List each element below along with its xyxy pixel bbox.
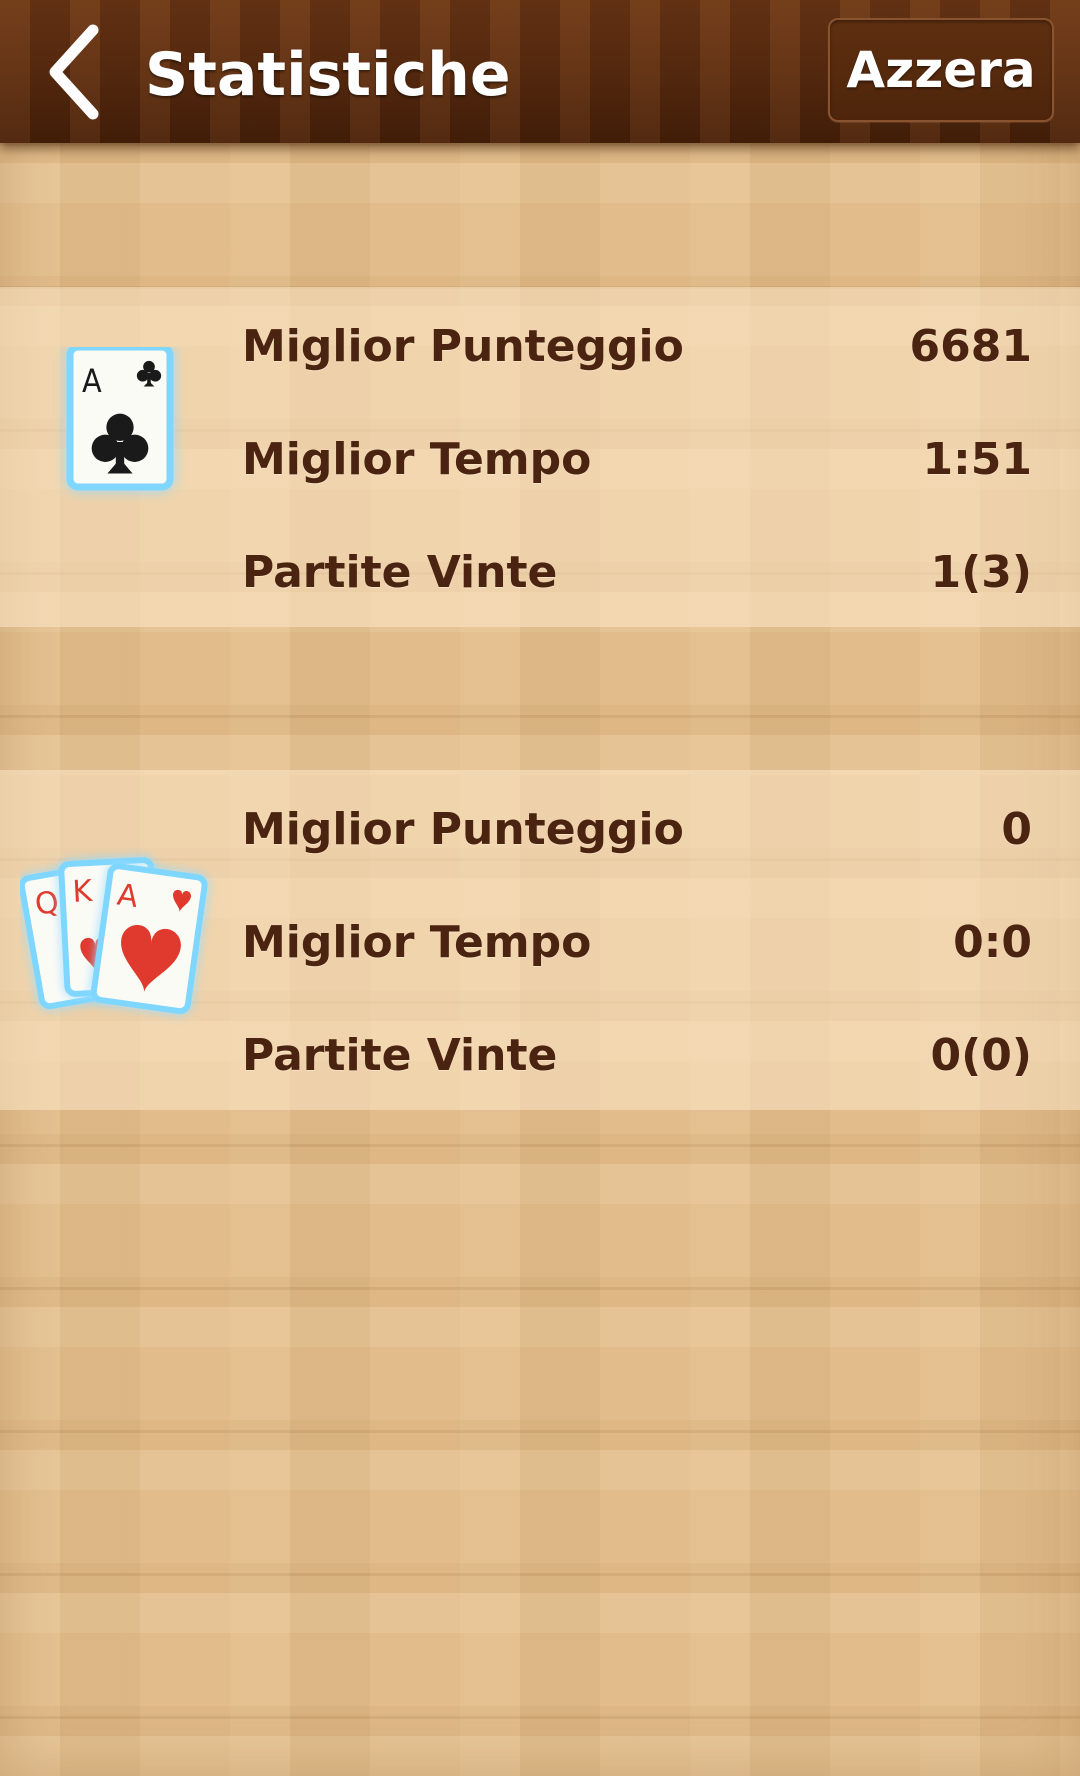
stat-label: Miglior Punteggio	[242, 804, 684, 855]
top-bar: Statistiche Azzera	[0, 0, 1080, 143]
chevron-left-icon	[49, 24, 99, 120]
stats-section-three-cards: Q K A Miglior Punteggio 0 Miglior Tempo …	[0, 770, 1080, 1110]
card-rank-a: A	[82, 362, 102, 400]
stat-value: 0:0	[953, 917, 1032, 968]
stat-label: Partite Vinte	[242, 547, 558, 598]
stat-value: 1(3)	[930, 547, 1032, 598]
card-rank-k: K	[72, 874, 95, 910]
stat-value: 0(0)	[930, 1030, 1032, 1081]
stat-row-best-score: Miglior Punteggio 0	[242, 790, 1032, 870]
reset-button[interactable]: Azzera	[828, 18, 1054, 122]
queen-king-ace-hearts-cards-icon: Q K A	[18, 830, 220, 1050]
stat-row-games-won: Partite Vinte 0(0)	[242, 1016, 1032, 1096]
stat-row-best-time: Miglior Tempo 1:51	[242, 420, 1032, 500]
stat-value: 0	[1001, 804, 1032, 855]
stat-row-best-score: Miglior Punteggio 6681	[242, 307, 1032, 387]
stat-value: 6681	[909, 321, 1032, 372]
stat-label: Miglior Tempo	[242, 917, 592, 968]
stats-section-single-card: A Miglior Punteggio 6681 Miglior Tempo 1…	[0, 287, 1080, 627]
stat-label: Miglior Tempo	[242, 434, 592, 485]
stat-row-best-time: Miglior Tempo 0:0	[242, 903, 1032, 983]
stat-value: 1:51	[922, 434, 1032, 485]
page-title: Statistiche	[145, 40, 511, 110]
back-button[interactable]	[40, 22, 110, 122]
stat-row-games-won: Partite Vinte 1(3)	[242, 533, 1032, 613]
ace-of-clubs-card-icon: A	[20, 343, 220, 567]
stat-label: Miglior Punteggio	[242, 321, 684, 372]
stat-label: Partite Vinte	[242, 1030, 558, 1081]
